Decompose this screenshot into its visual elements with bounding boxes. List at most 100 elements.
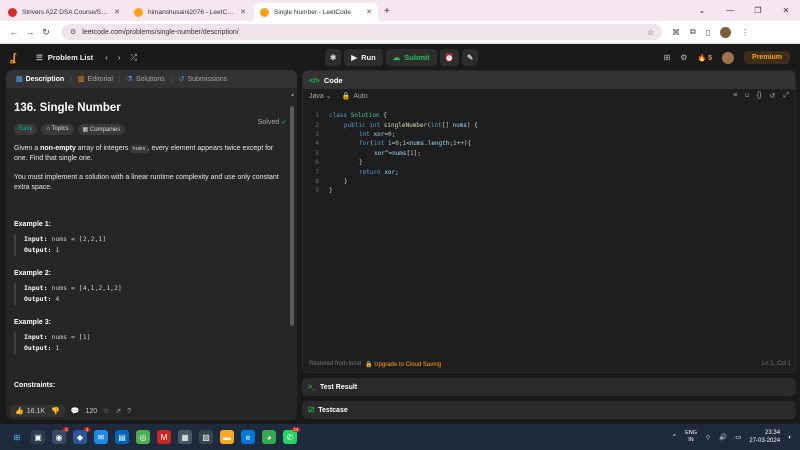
fullscreen-icon[interactable]: ⤢ [783,92,789,100]
problem-list-button[interactable]: ☰ Problem List [36,53,93,62]
back-icon[interactable]: ← [6,27,22,37]
run-label: Run [361,53,376,62]
test-result-panel[interactable]: >_ Test Result [302,378,796,396]
upgrade-link[interactable]: 🔒 Upgrade to Cloud Saving [365,361,441,368]
mcafee-icon[interactable]: M [157,430,171,444]
notes-button[interactable]: ✎ [461,49,479,66]
chrome-icon[interactable]: ◕ [262,430,276,444]
code-header: </> Code [303,71,795,89]
chat-icon[interactable]: ✉ [94,430,108,444]
user-avatar[interactable] [722,51,735,64]
shuffle-icon[interactable]: ⤮ [131,53,137,63]
bookmark-star-icon[interactable]: ☆ [647,28,654,37]
problem-title[interactable]: 136. Single Number [14,102,289,114]
problem-statement: Given a non-empty array of integers nums… [14,145,274,162]
striver-favicon-icon [8,7,17,17]
star-icon[interactable]: ☆ [103,407,109,415]
auto-mode[interactable]: 🔒 Auto [342,92,368,101]
tab-description[interactable]: ▤ Description [12,75,68,84]
premium-button[interactable]: Premium [744,51,790,64]
checkbox-icon: ☑ [308,407,315,414]
browser-tab-single-number[interactable]: Single Number - LeetCode ✕ [254,3,378,21]
thumbs-down-icon[interactable]: 👎 [51,407,60,415]
streak-counter[interactable]: 🔥 5 [697,54,712,62]
tab-editorial[interactable]: ▥ Editorial [74,75,117,84]
submit-button[interactable]: ☁ Submit [385,49,437,66]
scroll-thumb[interactable] [290,106,294,326]
edge-icon[interactable]: e [241,430,255,444]
close-window-icon[interactable]: ✕ [772,6,800,15]
app-icon[interactable]: ◉ 1 [52,427,69,444]
battery-icon[interactable]: ▭ [735,433,741,441]
close-tab-icon[interactable]: ✕ [114,8,120,16]
next-problem-icon[interactable]: › [118,53,121,63]
notification-icon[interactable]: ◐ [788,434,792,441]
language-select[interactable]: Java ⌄ [309,92,332,100]
book-icon: ▥ [77,76,85,83]
thumbs-up-icon[interactable]: 👍 [15,407,24,415]
volume-icon[interactable]: 🔊 [719,433,727,441]
note-icon: ✎ [466,53,474,62]
url-input[interactable]: ⚙ leetcode.com/problems/single-number/de… [62,24,662,40]
close-tab-icon[interactable]: ✕ [240,8,246,16]
solved-label: Solved [257,119,280,126]
help-icon[interactable]: ? [127,408,131,415]
store-icon[interactable]: ▤ [115,430,129,444]
browser-menu-icon[interactable]: ⋮ [741,28,749,37]
wifi-icon[interactable]: ⌔ [705,433,711,442]
translate-icon[interactable]: ⌘ [672,28,680,37]
profile-avatar[interactable] [720,26,732,38]
maximize-icon[interactable]: ❐ [744,6,772,15]
inline-code: nums [130,145,148,153]
clock[interactable]: 23:34 27-03-2024 [749,429,780,445]
tab-search-icon[interactable]: ⌄ [688,6,716,15]
whatsapp-icon[interactable]: ✆ 14 [283,427,300,444]
app-icon[interactable]: ▦ [178,430,192,444]
file-explorer-icon[interactable]: ▬ [220,430,234,444]
tab-solutions[interactable]: ⚗ Solutions [123,75,169,84]
app-icon[interactable]: ◎ [136,430,150,444]
minimize-icon[interactable]: — [716,6,744,15]
topics-chip[interactable]: ⌂ Topics [41,124,74,135]
app-icon[interactable]: ▧ [199,430,213,444]
debug-button[interactable]: ✱ [325,49,342,66]
scroll-up-icon[interactable]: ▲ [290,92,295,98]
reload-icon[interactable]: ↻ [38,27,54,38]
language-indicator[interactable]: ENG IN [685,430,697,444]
companies-chip[interactable]: ▦ Companies [77,124,126,135]
reset-icon[interactable]: ↺ [770,92,776,100]
close-tab-icon[interactable]: ✕ [366,8,372,16]
new-tab-button[interactable]: + [384,6,390,17]
app-icon[interactable]: ◆ 1 [73,427,90,444]
settings-gear-icon[interactable]: ⚙ [680,53,687,62]
comment-icon[interactable]: 💬 [71,407,80,415]
like-count: 16.1K [26,407,46,415]
code-brackets-icon: </> [309,75,320,85]
braces-icon[interactable]: {} [757,92,762,100]
task-view-icon[interactable]: ▣ [31,430,45,444]
testcase-panel[interactable]: ☑ Testcase [302,401,796,419]
streak-count: 5 [708,54,713,62]
forward-icon[interactable]: → [22,27,38,37]
site-info-icon[interactable]: ⚙ [70,28,76,36]
extensions-icon[interactable]: ⧉ [690,27,696,37]
code-toolbar: Java ⌄ 🔒 Auto ≡ ⌑ {} ↺ ⤢ [303,89,795,103]
bookmark-icon[interactable]: ⌑ [745,92,749,100]
share-icon[interactable]: ⇗ [115,407,121,415]
layout-grid-icon[interactable]: ⊞ [664,53,671,62]
timer-button[interactable]: ⏰ [439,49,459,66]
tray-overflow-icon[interactable]: ⌃ [672,433,677,441]
description-scrollbar[interactable]: ▲ [290,92,295,402]
tab-title: Single Number - LeetCode [274,8,351,16]
windows-start-icon[interactable]: ⊞ [10,430,24,444]
code-editor[interactable]: 1 class Solution { 2 public int singleNumb… [303,111,795,351]
run-button[interactable]: ▶ Run [344,49,383,66]
tab-submissions[interactable]: ↺ Submissions [175,75,232,84]
tab-label: Editorial [87,75,113,83]
browser-tab-profile[interactable]: himanshusaini2076 - LeetCode ✕ [128,3,252,21]
leetcode-logo-icon[interactable]: ʆ [10,52,24,64]
browser-tab-strivers[interactable]: Strivers A2Z DSA Course/Sheet ✕ [2,3,126,21]
prev-problem-icon[interactable]: ‹ [105,53,108,63]
side-panel-icon[interactable]: ▯ [706,28,710,37]
format-icon[interactable]: ≡ [733,92,737,100]
